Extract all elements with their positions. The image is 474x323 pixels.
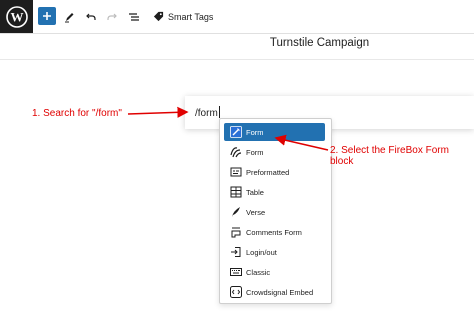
table-icon [226,186,246,198]
plus-icon [43,12,51,20]
text-caret [218,106,220,118]
inserter-item-label: Table [246,187,264,197]
smart-tags-label: Smart Tags [168,11,214,22]
annotation-arrow-step-1 [127,106,189,118]
title-divider [0,59,474,60]
block-search-value: /form [195,108,218,119]
block-inserter-popover: Form Form Preformatted Table Verse Comme… [219,118,332,304]
redo-icon [107,13,117,20]
inserter-item-classic[interactable]: Classic [224,263,325,281]
editor-toolbar: W Smart Tags [0,0,474,34]
inserter-item-label: Crowdsignal Embed [246,287,314,297]
smart-tags-button[interactable]: Smart Tags [153,0,213,33]
annotation-step-1: 1. Search for "/form" [32,108,122,119]
inserter-item-comments-form[interactable]: Comments Form [224,223,325,241]
inserter-item-table[interactable]: Table [224,183,325,201]
inserter-item-label: Comments Form [246,227,302,237]
undo-button[interactable] [83,0,99,33]
preformatted-icon [226,166,246,178]
tag-icon [153,11,164,22]
firebox-form-icon [226,126,246,138]
inserter-item-verse[interactable]: Verse [224,203,325,221]
svg-text:W: W [10,9,23,24]
document-title[interactable]: Turnstile Campaign [0,37,474,49]
inserter-item-form[interactable]: Form [224,143,325,161]
annotation-step-2: 2. Select the FireBox Form block [330,145,449,167]
inserter-item-label: Classic [246,267,271,277]
inserter-item-label: Form [246,147,264,157]
pencil-icon [65,12,74,22]
inserter-item-preformatted[interactable]: Preformatted [224,163,325,181]
form-icon [226,146,246,158]
comments-form-icon [226,226,246,238]
undo-icon [86,13,96,20]
inserter-item-label: Verse [246,207,266,217]
wordpress-logo-icon[interactable]: W [0,0,33,33]
inserter-item-label: Preformatted [246,167,290,177]
classic-icon [226,266,246,278]
crowdsignal-icon [226,286,246,298]
verse-icon [226,206,246,218]
login-icon [226,246,246,258]
inserter-item-firebox-form[interactable]: Form [224,123,325,141]
list-view-icon [129,12,139,21]
inserter-item-crowdsignal-embed[interactable]: Crowdsignal Embed [224,283,325,301]
inserter-item-label: Login/out [246,247,277,257]
inserter-item-label: Form [246,127,264,137]
redo-button[interactable] [104,0,120,33]
tools-button[interactable] [61,0,77,33]
add-block-button[interactable] [38,7,56,25]
inserter-item-login-out[interactable]: Login/out [224,243,325,261]
document-overview-button[interactable] [126,0,142,33]
